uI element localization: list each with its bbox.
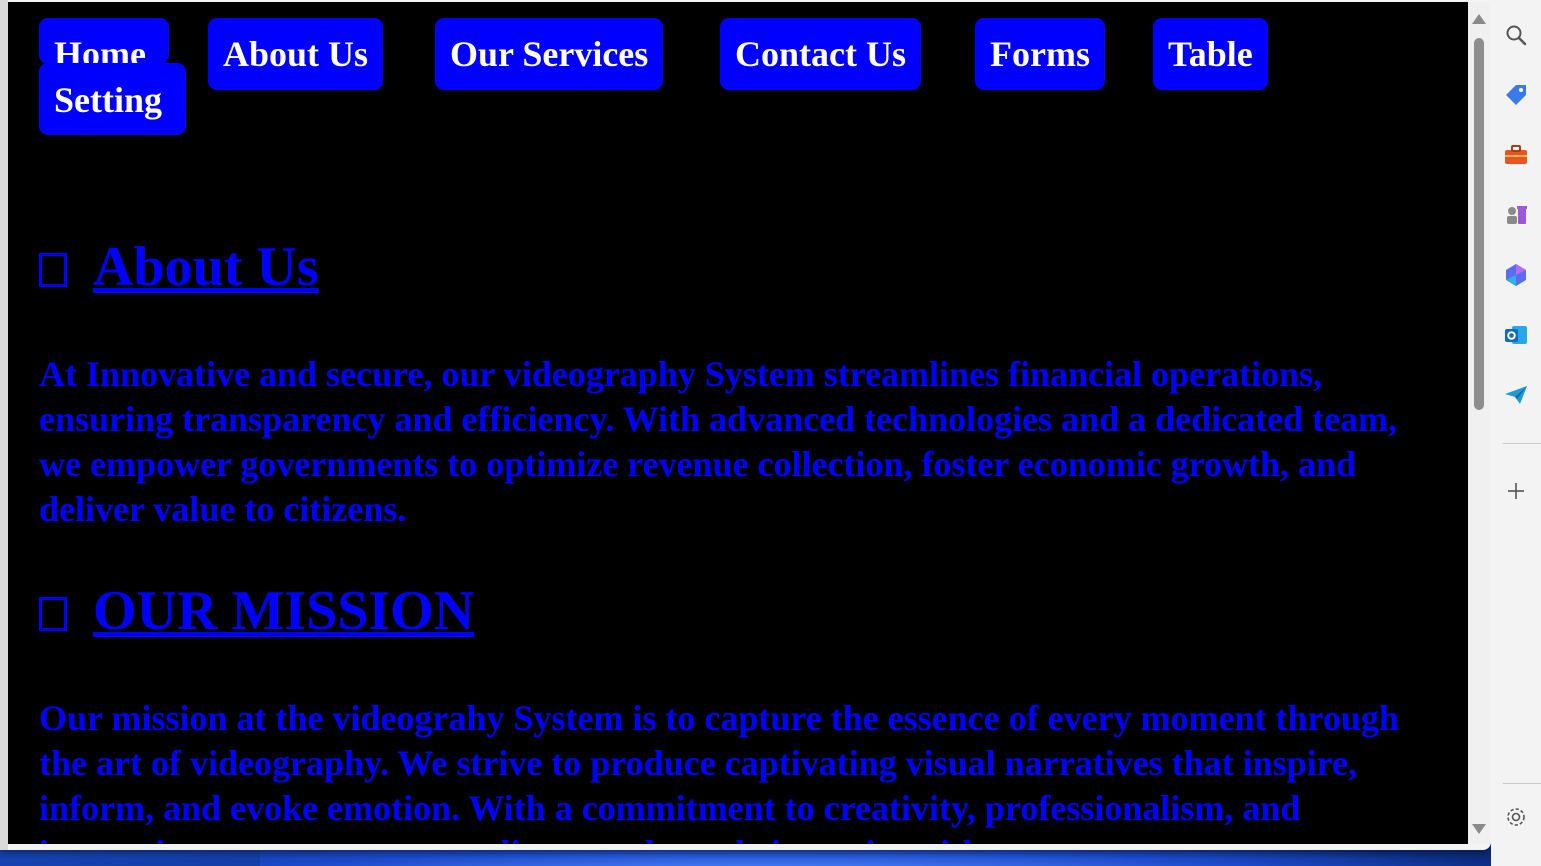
- about-us-heading-text: About Us: [93, 236, 319, 298]
- missing-glyph-icon: [39, 597, 67, 631]
- nav-forms-button[interactable]: Forms: [975, 18, 1105, 90]
- side-panel-divider: [1503, 783, 1541, 784]
- nav-our-services-button[interactable]: Our Services: [435, 18, 664, 90]
- scroll-down-arrow-icon[interactable]: [1472, 824, 1486, 834]
- nav-home-button[interactable]: Home: [39, 18, 169, 64]
- nav-about-us-button[interactable]: About Us: [208, 18, 384, 90]
- scroll-up-arrow-icon[interactable]: [1472, 14, 1486, 24]
- browser-window: Home About Us Our Services Contact Us Fo…: [0, 0, 1491, 850]
- settings-icon[interactable]: [1503, 804, 1529, 830]
- side-panel-divider: [1503, 443, 1541, 444]
- copilot-icon[interactable]: [1503, 262, 1529, 288]
- add-icon[interactable]: [1503, 478, 1529, 504]
- scrollbar-thumb[interactable]: [1474, 38, 1484, 410]
- window-frame-edge: [0, 0, 8, 850]
- nav-table-button[interactable]: Table: [1153, 18, 1268, 90]
- tag-icon[interactable]: [1503, 82, 1529, 108]
- page-viewport: Home About Us Our Services Contact Us Fo…: [8, 2, 1468, 844]
- about-us-paragraph: At Innovative and secure, our videograph…: [39, 354, 1398, 529]
- our-mission-heading-text: OUR MISSION: [93, 580, 475, 642]
- nav-setting-button[interactable]: Setting: [39, 63, 186, 135]
- missing-glyph-icon: [39, 253, 67, 287]
- toolbox-icon[interactable]: [1503, 142, 1529, 168]
- our-mission-paragraph: Our mission at the videograhy System is …: [39, 698, 1399, 844]
- our-mission-heading[interactable]: OUR MISSION: [39, 576, 474, 646]
- about-us-heading[interactable]: About Us: [39, 232, 319, 302]
- vertical-scrollbar[interactable]: [1468, 2, 1490, 844]
- browser-side-panel: [1491, 0, 1541, 866]
- chess-icon[interactable]: [1503, 202, 1529, 228]
- search-icon[interactable]: [1503, 22, 1529, 48]
- outlook-icon[interactable]: [1503, 322, 1529, 348]
- send-icon[interactable]: [1503, 382, 1529, 408]
- main-nav: Home About Us Our Services Contact Us Fo…: [39, 18, 1329, 148]
- nav-contact-us-button[interactable]: Contact Us: [720, 18, 921, 90]
